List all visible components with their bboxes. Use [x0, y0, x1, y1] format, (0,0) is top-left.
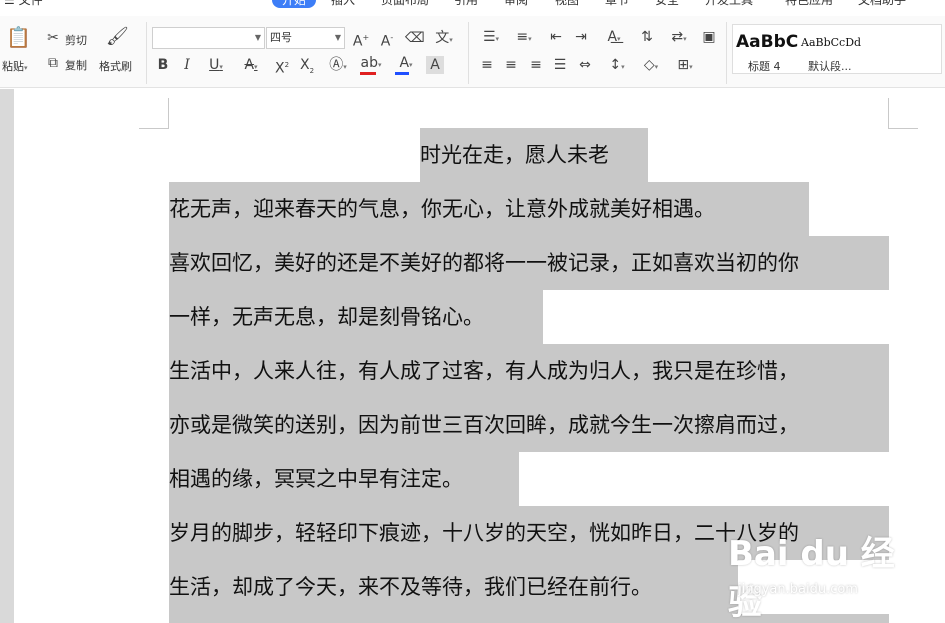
tab-page-layout[interactable]: 页面布局	[381, 0, 429, 8]
ribbon: 📋 粘贴▾ ✂ 剪切 ⧉ 复制 🖌 格式刷 ▼ 四号 ▼ A+ A- ⌫ 文▾ …	[0, 16, 945, 88]
sort-icon[interactable]: ⇅	[638, 28, 656, 46]
shrink-font-icon[interactable]: A-	[378, 29, 396, 50]
tab-chapter[interactable]: 章节	[605, 0, 629, 8]
style-normal-label: 默认段...	[808, 60, 852, 73]
copy-button[interactable]: 复制	[65, 57, 87, 73]
watermark-url: jingyan.baidu.com	[738, 582, 858, 597]
page-corner-mark	[139, 98, 169, 129]
font-color-icon[interactable]: A▾	[393, 54, 419, 72]
paragraph-line[interactable]: 一样，无声无息，却是刻骨铭心。	[169, 290, 484, 344]
style-sample-normal[interactable]: AaBbCcDd	[801, 36, 861, 49]
paragraph-line[interactable]: 花无声，迎来春天的气息，你无心，让意外成就美好相遇。	[169, 182, 715, 236]
show-hide-marks-icon[interactable]: ⇄▾	[666, 28, 692, 46]
font-size-select[interactable]: 四号 ▼	[266, 27, 345, 49]
document-title[interactable]: 时光在走，愿人未老	[420, 128, 609, 182]
chinese-layout-icon[interactable]: A͟▾	[600, 28, 628, 46]
scissors-icon[interactable]: ✂	[44, 29, 62, 47]
bold-icon[interactable]: B	[154, 56, 172, 74]
chevron-down-icon: ▼	[254, 33, 261, 42]
highlight-color-icon[interactable]: ab▾	[358, 54, 384, 72]
decrease-indent-icon[interactable]: ⇤	[547, 28, 565, 46]
paragraph-line[interactable]: 喜欢回忆，美好的还是不美好的都将一一被记录，正如喜欢当初的你	[169, 236, 799, 290]
menu-item-file[interactable]: ☰ 文件	[4, 0, 43, 8]
paste-button[interactable]: 粘贴▾	[2, 58, 28, 74]
chevron-down-icon: ▼	[334, 33, 341, 42]
superscript-icon[interactable]: X2	[273, 56, 291, 77]
paragraph-line[interactable]: 岁月的脚步，轻轻印下痕迹，十八岁的天空，恍如昨日，二十八岁的	[169, 506, 799, 560]
font-name-select[interactable]: ▼	[152, 27, 265, 49]
paragraph-line[interactable]: 生活，却成了今天，来不及等待，我们已经在前行。	[169, 560, 652, 614]
shading-icon[interactable]: ◇▾	[638, 56, 664, 74]
tab-review[interactable]: 审阅	[504, 0, 528, 8]
tab-developer[interactable]: 开发工具	[705, 0, 753, 8]
tab-security[interactable]: 安全	[655, 0, 679, 8]
character-shading-icon[interactable]: A	[426, 56, 444, 74]
tab-view[interactable]: 视图	[555, 0, 579, 8]
paste-icon[interactable]: 📋	[6, 27, 31, 52]
subscript-icon[interactable]: X2	[298, 56, 316, 75]
style-sample-heading[interactable]: AaBbC	[736, 32, 798, 52]
format-painter-button[interactable]: 格式刷	[99, 58, 132, 74]
paragraph-line[interactable]: 亦或是微笑的送别，因为前世三百次回眸，成就今生一次擦肩而过，	[169, 398, 799, 452]
page-corner-mark	[888, 98, 918, 129]
font-color-bar	[395, 72, 409, 75]
ribbon-divider	[726, 22, 727, 84]
tab-insert[interactable]: 插入	[331, 0, 355, 8]
align-center-icon[interactable]: ≡	[502, 56, 520, 74]
style-heading-4-label: 标题 4	[748, 60, 781, 73]
bullet-list-icon[interactable]: ☰▾	[478, 28, 504, 46]
cut-button[interactable]: 剪切	[65, 32, 87, 48]
align-left-icon[interactable]: ≡	[478, 56, 496, 74]
ribbon-divider	[146, 22, 147, 84]
highlight-color-bar	[360, 72, 376, 75]
page-gutter	[0, 89, 14, 623]
align-right-icon[interactable]: ≡	[527, 56, 545, 74]
borders-icon[interactable]: ⊞▾	[672, 56, 698, 74]
grow-font-icon[interactable]: A+	[352, 29, 370, 50]
watermark-logo: Bai du 经验	[728, 534, 895, 623]
justify-icon[interactable]: ☰	[551, 56, 569, 74]
menu-bar: ☰ 文件 开始 插入 页面布局 引用 审阅 视图 章节 安全 开发工具 特色应用…	[0, 0, 945, 8]
text-effect-icon[interactable]: Ⓐ▾	[325, 56, 351, 74]
clear-format-icon[interactable]: ⌫	[405, 29, 425, 47]
format-painter-icon[interactable]: 🖌	[106, 28, 129, 52]
tab-special-apps[interactable]: 特色应用	[785, 0, 833, 8]
strikethrough-icon[interactable]: A▾	[238, 56, 264, 74]
baidu-jingyan-watermark: Bai du 经验 jingyan.baidu.com	[728, 520, 898, 623]
paste-label: 粘贴	[2, 60, 24, 73]
italic-icon[interactable]: I	[178, 56, 196, 74]
font-size-value: 四号	[270, 31, 292, 44]
line-spacing-icon[interactable]: ↕▾	[604, 56, 630, 74]
ribbon-divider	[468, 22, 469, 84]
tab-home[interactable]: 开始	[272, 0, 317, 8]
table-border-icon[interactable]: ▣	[700, 28, 718, 46]
underline-icon[interactable]: U▾	[203, 56, 229, 74]
increase-indent-icon[interactable]: ⇥	[572, 28, 590, 46]
phonetic-guide-icon[interactable]: 文▾	[432, 29, 456, 47]
menu-label: 文件	[18, 0, 43, 7]
styles-gallery: AaBbC AaBbCcDd 标题 4 默认段...	[732, 24, 942, 74]
paragraph-line[interactable]: 相遇的缘，冥冥之中早有注定。	[169, 452, 463, 506]
copy-icon[interactable]: ⧉	[44, 54, 62, 72]
paragraph-line[interactable]: 生活中，人来人往，有人成了过客，有人成为归人，我只是在珍惜，	[169, 344, 799, 398]
distributed-align-icon[interactable]: ⇔	[576, 56, 594, 74]
tab-doc-assistant[interactable]: 文档助手	[858, 0, 906, 8]
numbered-list-icon[interactable]: ≡▾	[511, 28, 537, 46]
tab-references[interactable]: 引用	[454, 0, 478, 8]
